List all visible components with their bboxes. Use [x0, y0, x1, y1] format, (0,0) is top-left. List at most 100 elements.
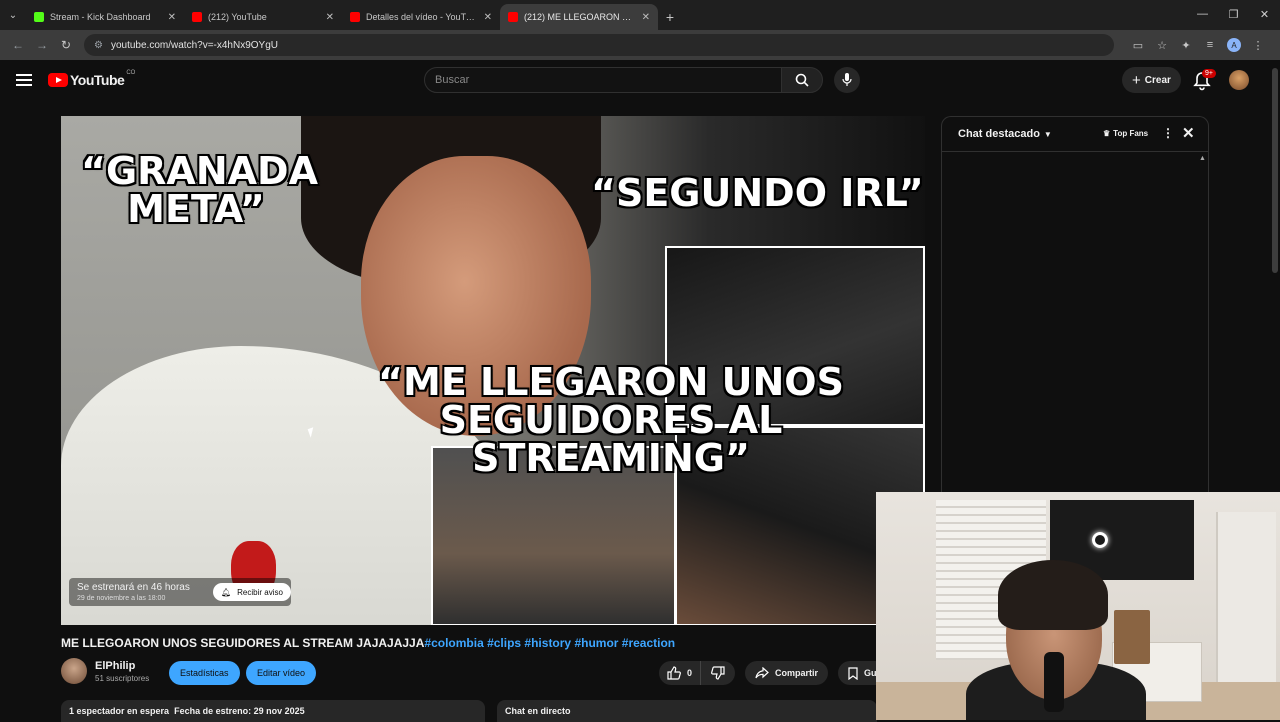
youtube-studio-favicon-icon [350, 12, 360, 22]
tab-title: (212) YouTube [208, 12, 267, 22]
close-tab-icon[interactable]: ✕ [484, 12, 492, 23]
browser-toolbar: ← → ↻ ⚙ youtube.com/watch?v=-x4hNx9OYgU … [0, 30, 1280, 60]
dislike-button[interactable] [700, 661, 736, 685]
more-options-icon[interactable]: ⋮ [1162, 126, 1174, 140]
live-chat-bar[interactable]: Chat en directo [497, 700, 877, 722]
top-fans-button[interactable]: ♛ Top Fans [1099, 127, 1152, 140]
country-code: CO [126, 70, 136, 76]
voice-search-button[interactable] [834, 67, 860, 93]
youtube-play-icon [48, 73, 68, 87]
chevron-down-icon[interactable]: ▼ [1044, 130, 1052, 139]
new-tab-button[interactable]: + [658, 4, 682, 30]
kick-favicon-icon [34, 12, 44, 22]
analytics-button[interactable]: Estadísticas [169, 661, 240, 685]
video-title: ME LLEGOARON UNOS SEGUIDORES AL STREAM J… [61, 636, 675, 650]
search-input[interactable] [435, 74, 781, 86]
tab-title: Detalles del vídeo - YouTube St [366, 12, 478, 22]
edit-video-button[interactable]: Editar vídeo [246, 661, 317, 685]
painting [1114, 610, 1150, 664]
tab-video-details[interactable]: Detalles del vídeo - YouTube St ✕ [342, 4, 500, 30]
channel-avatar[interactable] [61, 658, 87, 684]
chat-header: Chat destacado ▼ ♛ Top Fans ⋮ ✕ [942, 117, 1208, 152]
streamer-hair [998, 560, 1108, 630]
menu-icon[interactable] [16, 72, 32, 88]
tab-search-icon[interactable]: ⌄ [0, 0, 26, 30]
close-chat-icon[interactable]: ✕ [1182, 124, 1195, 142]
reload-icon[interactable]: ↻ [54, 33, 78, 57]
create-label: Crear [1144, 74, 1171, 86]
forward-icon[interactable]: → [30, 33, 54, 57]
account-avatar[interactable] [1229, 70, 1249, 90]
chat-mode-dropdown[interactable]: Chat destacado [958, 128, 1040, 140]
extensions-icon[interactable]: ✦ [1174, 33, 1198, 57]
close-window-icon[interactable]: ✕ [1249, 0, 1280, 28]
ring-light [1092, 532, 1108, 548]
search-icon [795, 73, 809, 87]
video-hashtags[interactable]: #colombia #clips #history #humor #reacti… [424, 636, 675, 650]
thumbs-up-icon [667, 666, 681, 680]
video-title-text: ME LLEGOARON UNOS SEGUIDORES AL STREAM J… [61, 636, 425, 650]
search-box [424, 67, 782, 93]
youtube-favicon-icon [192, 12, 202, 22]
bookmark-star-icon[interactable]: ☆ [1150, 33, 1174, 57]
caption-granada-meta: “GRANADA META” [81, 149, 318, 231]
thumbs-down-icon [711, 666, 725, 680]
channel-name[interactable]: ElPhilip [95, 660, 149, 672]
window-controls: — ❐ ✕ [1187, 0, 1280, 28]
youtube-logo[interactable]: YouTube CO [48, 70, 136, 88]
close-tab-icon[interactable]: ✕ [642, 12, 650, 23]
media-icon[interactable]: ≡ [1198, 33, 1222, 57]
restore-icon[interactable]: ❐ [1218, 0, 1249, 28]
caption-me-llegaron: “ME LLEGARON UNOS SEGUIDORES AL STREAMIN… [378, 360, 844, 480]
site-info-icon[interactable]: ⚙ [94, 40, 103, 51]
bell-icon: 🔔︎ [221, 587, 232, 597]
tab-youtube-home[interactable]: (212) YouTube ✕ [184, 4, 342, 30]
logo-text: YouTube [70, 72, 125, 88]
tab-kick-dashboard[interactable]: Stream - Kick Dashboard ✕ [26, 4, 184, 30]
video-actions: 0 Compartir Guard [659, 661, 901, 685]
microphone-icon [842, 73, 852, 86]
tab-current-video[interactable]: (212) ME LLEGOARON UNOS S ✕ [500, 4, 658, 30]
page-scrollbar[interactable] [1272, 68, 1278, 273]
cast-icon[interactable]: ▭ [1126, 33, 1150, 57]
remind-me-button[interactable]: 🔔︎ Recibir aviso [213, 583, 291, 601]
create-button[interactable]: + Crear [1122, 67, 1181, 93]
profile-avatar[interactable]: A [1227, 38, 1241, 52]
youtube-favicon-icon [508, 12, 518, 22]
like-button[interactable]: 0 [659, 661, 701, 685]
release-date: Fecha de estreno: 29 nov 2025 [174, 706, 305, 716]
browser-tab-bar: ⌄ Stream - Kick Dashboard ✕ (212) YouTub… [0, 0, 1280, 30]
description-box[interactable]: 1 espectador en espera Fecha de estreno:… [61, 700, 485, 722]
minimize-icon[interactable]: — [1187, 0, 1218, 28]
close-tab-icon[interactable]: ✕ [326, 12, 334, 23]
share-icon [755, 667, 769, 679]
back-icon[interactable]: ← [6, 33, 30, 57]
browser-menu-icon[interactable]: ⋮ [1246, 33, 1270, 57]
subscriber-count: 51 suscriptores [95, 673, 150, 683]
caption-segundo-irl: “SEGUNDO IRL” [591, 171, 924, 215]
video-player[interactable]: “GRANADA META” “SEGUNDO IRL” “ME LLEGARO… [61, 116, 925, 625]
streamer-microphone [1044, 652, 1064, 712]
scroll-up-icon[interactable]: ▲ [1199, 155, 1206, 162]
url-text: youtube.com/watch?v=-x4hNx9OYgU [110, 39, 278, 51]
tab-title: Stream - Kick Dashboard [50, 12, 151, 22]
remind-label: Recibir aviso [237, 587, 283, 597]
address-bar[interactable]: ⚙ youtube.com/watch?v=-x4hNx9OYgU [84, 34, 1114, 56]
share-label: Compartir [775, 668, 819, 678]
premiere-notice: Se estrenará en 46 horas 29 de noviembre… [69, 578, 291, 606]
chat-panel: Chat destacado ▼ ♛ Top Fans ⋮ ✕ ▲ [941, 116, 1209, 494]
notifications-badge: 9+ [1202, 69, 1216, 78]
top-fans-label: Top Fans [1113, 129, 1149, 138]
crown-icon: ♛ [1103, 129, 1111, 138]
search-button[interactable] [781, 67, 823, 93]
waiting-viewers: 1 espectador en espera [69, 706, 170, 716]
tab-title: (212) ME LLEGOARON UNOS S [524, 12, 636, 22]
youtube-header: YouTube CO + Crear 9+ [0, 60, 1280, 100]
plus-icon: + [1132, 71, 1141, 89]
live-chat-label: Chat en directo [505, 706, 571, 716]
share-button[interactable]: Compartir [745, 661, 829, 685]
bookmark-icon [848, 666, 858, 680]
like-count: 0 [687, 668, 693, 678]
webcam-overlay [876, 492, 1280, 720]
close-tab-icon[interactable]: ✕ [168, 12, 176, 23]
